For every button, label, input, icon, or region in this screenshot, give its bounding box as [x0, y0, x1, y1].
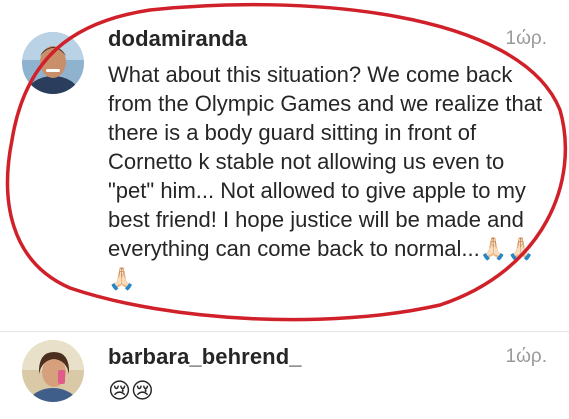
comment-timestamp: 1ώρ.	[505, 346, 548, 367]
comment-item: dodamiranda 1ώρ. What about this situati…	[0, 0, 569, 330]
comment-text: 😢😢	[108, 376, 548, 406]
avatar[interactable]	[22, 340, 84, 402]
crying-emoji: 😢😢	[108, 379, 154, 404]
comment-text-content: What about this situation? We come back …	[108, 62, 543, 261]
comment-timestamp: 1ώρ.	[505, 28, 548, 49]
comment-username[interactable]: dodamiranda	[108, 26, 247, 52]
comment-username[interactable]: barbara_behrend_	[108, 344, 302, 370]
comment-item: barbara_behrend_ 1ώρ. 😢😢	[0, 332, 569, 419]
avatar[interactable]	[22, 32, 84, 94]
comment-text: What about this situation? We come back …	[108, 60, 548, 294]
